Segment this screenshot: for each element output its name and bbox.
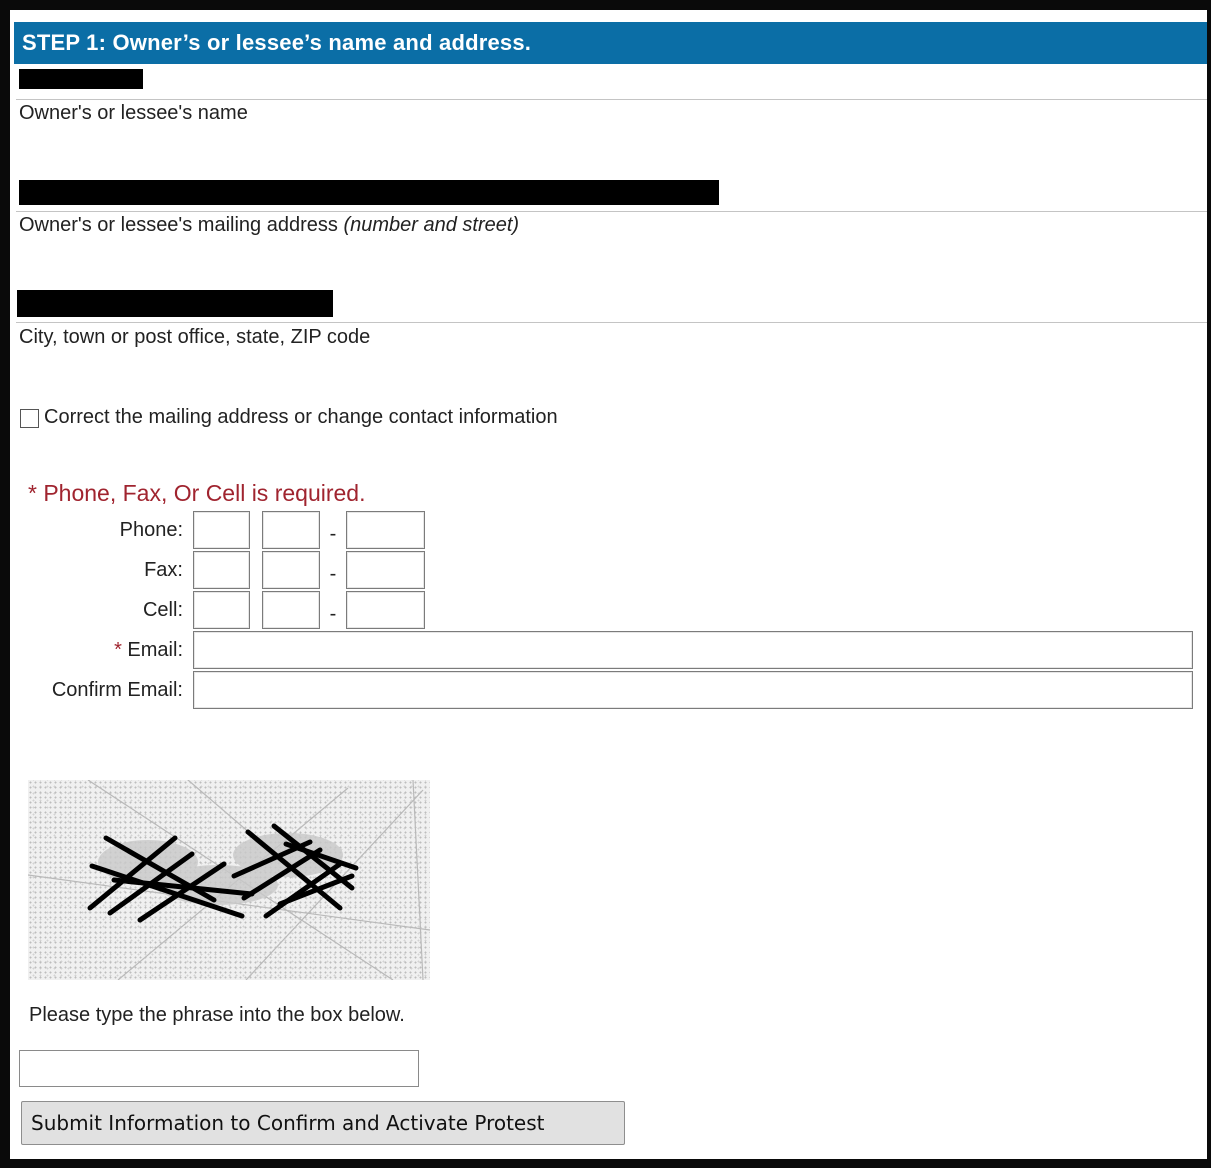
correct-address-checkbox[interactable] bbox=[20, 408, 39, 428]
correct-address-label: Correct the mailing address or change co… bbox=[44, 406, 558, 428]
fax-separator: - bbox=[329, 562, 337, 585]
divider bbox=[16, 322, 1207, 323]
cell-row: Cell: - bbox=[10, 590, 425, 630]
correct-address-option[interactable]: Correct the mailing address or change co… bbox=[20, 406, 558, 429]
cell-line-number-input[interactable] bbox=[346, 591, 425, 629]
cell-separator: - bbox=[329, 602, 337, 625]
redacted-city bbox=[17, 290, 333, 317]
mailing-address-hint: (number and street) bbox=[343, 214, 520, 236]
captcha-input[interactable] bbox=[19, 1050, 419, 1087]
email-input[interactable] bbox=[193, 631, 1193, 669]
fax-area-code-input[interactable] bbox=[193, 551, 250, 589]
divider bbox=[16, 211, 1207, 212]
confirm-email-row: Confirm Email: bbox=[10, 670, 1193, 710]
cell-label: Cell: bbox=[142, 598, 183, 621]
form-frame: STEP 1: Owner’s or lessee’s name and add… bbox=[10, 10, 1207, 1159]
fax-row: Fax: - bbox=[10, 550, 425, 590]
phone-area-code-input[interactable] bbox=[193, 511, 250, 549]
fax-prefix-input[interactable] bbox=[262, 551, 320, 589]
captcha-graphic bbox=[27, 779, 431, 981]
email-row: * Email: bbox=[10, 630, 1193, 670]
submit-button[interactable]: Submit Information to Confirm and Activa… bbox=[21, 1101, 625, 1145]
divider bbox=[16, 99, 1207, 100]
redacted-owner-name bbox=[19, 69, 143, 89]
phone-label: Phone: bbox=[119, 518, 183, 541]
required-star: * bbox=[114, 638, 122, 661]
fax-label: Fax: bbox=[144, 558, 183, 581]
phone-line-number-input[interactable] bbox=[346, 511, 425, 549]
captcha-image bbox=[27, 779, 431, 981]
phone-prefix-input[interactable] bbox=[262, 511, 320, 549]
mailing-address-label: Owner's or lessee's mailing address (num… bbox=[19, 214, 519, 237]
step-header: STEP 1: Owner’s or lessee’s name and add… bbox=[14, 22, 1207, 64]
required-contact-message: * Phone, Fax, Or Cell is required. bbox=[28, 480, 366, 506]
mailing-address-label-text: Owner's or lessee's mailing address bbox=[19, 214, 338, 236]
owner-name-label: Owner's or lessee's name bbox=[19, 102, 248, 124]
cell-area-code-input[interactable] bbox=[193, 591, 250, 629]
fax-line-number-input[interactable] bbox=[346, 551, 425, 589]
redacted-mailing-address bbox=[19, 180, 719, 205]
email-label: * Email: bbox=[10, 639, 193, 662]
captcha-instruction: Please type the phrase into the box belo… bbox=[29, 1004, 405, 1026]
city-label: City, town or post office, state, ZIP co… bbox=[19, 326, 371, 348]
phone-separator: - bbox=[329, 522, 337, 545]
phone-row: Phone: - bbox=[10, 510, 425, 550]
email-label-text: Email: bbox=[121, 638, 183, 661]
confirm-email-label: Confirm Email: bbox=[51, 678, 183, 701]
confirm-email-input[interactable] bbox=[193, 671, 1193, 709]
cell-prefix-input[interactable] bbox=[262, 591, 320, 629]
